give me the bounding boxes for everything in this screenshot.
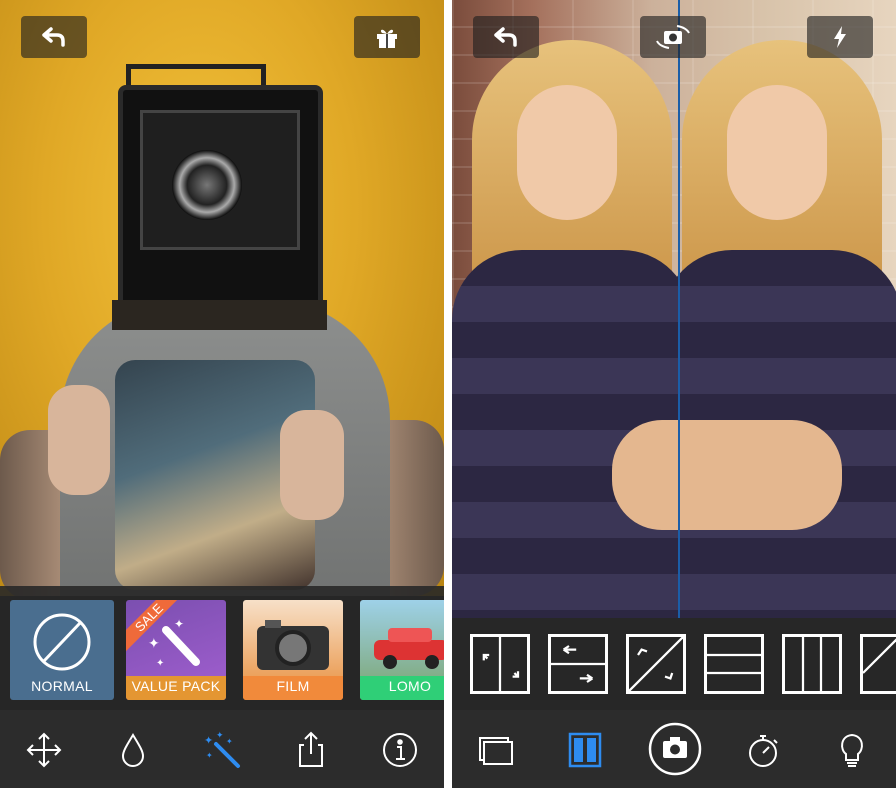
timer-icon <box>749 735 778 767</box>
svg-text:✦: ✦ <box>156 658 164 669</box>
photo-arms <box>612 420 842 530</box>
flash-button[interactable] <box>807 16 873 58</box>
split-mode-button[interactable] <box>563 728 607 772</box>
gift-button[interactable] <box>354 16 420 58</box>
filter-normal[interactable]: NORMAL <box>10 600 114 700</box>
undo-button[interactable] <box>473 16 539 58</box>
layout-three-horizontal[interactable] <box>704 634 764 694</box>
split-layout-icon <box>568 732 602 768</box>
photo-preview[interactable] <box>0 0 444 596</box>
share-button[interactable] <box>289 728 333 772</box>
photo-thumb-left <box>48 385 110 495</box>
photo-camera-lens <box>172 150 242 220</box>
filter-label: FILM <box>276 678 310 694</box>
filter-strip: NORMAL ✦ ✦ ✦ SALE VALUE PACK FILM LOMO <box>0 586 444 710</box>
share-icon <box>299 731 323 767</box>
split-camera-preview[interactable] <box>452 0 896 618</box>
layout-diagonal[interactable] <box>626 634 686 694</box>
gallery-button[interactable] <box>474 728 518 772</box>
filter-label: LOMO <box>388 678 432 694</box>
split-divider-handle[interactable] <box>678 0 680 618</box>
photo-subject-right <box>652 40 896 618</box>
svg-text:✦: ✦ <box>206 751 213 760</box>
undo-button[interactable] <box>21 16 87 58</box>
svg-text:✦: ✦ <box>226 737 233 746</box>
move-icon <box>26 732 62 768</box>
split-three-columns-icon <box>801 637 823 691</box>
split-three-rows-icon <box>707 653 761 675</box>
photo-thumb-right <box>280 410 344 520</box>
filter-label: VALUE PACK <box>131 678 221 694</box>
face <box>517 85 617 220</box>
layout-two-vertical[interactable] <box>470 634 530 694</box>
face <box>727 85 827 220</box>
magic-tool-button[interactable]: ✦ ✦ ✦ ✦ <box>200 728 244 772</box>
svg-text:✦: ✦ <box>174 617 184 631</box>
info-icon <box>383 733 417 767</box>
split-horizontal-icon <box>551 645 605 683</box>
layout-two-horizontal[interactable] <box>548 634 608 694</box>
split-vertical-icon <box>482 637 520 691</box>
tips-button[interactable] <box>830 728 874 772</box>
flash-icon <box>834 26 846 48</box>
svg-text:✦: ✦ <box>216 731 224 741</box>
undo-icon <box>42 27 65 47</box>
filter-film[interactable]: FILM <box>243 600 343 700</box>
editor-toolbar: ✦ ✦ ✦ ✦ <box>0 710 444 788</box>
info-button[interactable] <box>378 728 422 772</box>
filter-value-pack[interactable]: ✦ ✦ ✦ SALE VALUE PACK <box>126 600 226 700</box>
drop-icon <box>121 733 145 767</box>
camera-toolbar <box>452 710 896 788</box>
svg-text:✦: ✦ <box>148 636 160 652</box>
gift-icon <box>377 29 397 48</box>
timer-button[interactable] <box>741 728 785 772</box>
adjust-tool-button[interactable] <box>111 728 155 772</box>
photo-camera-base <box>112 300 327 330</box>
magic-wand-icon: ✦ ✦ ✦ ✦ <box>204 731 240 768</box>
tips-icon <box>841 733 863 767</box>
move-tool-button[interactable] <box>22 728 66 772</box>
split-diagonal-icon <box>629 637 683 691</box>
right-screen <box>452 0 896 788</box>
switch-camera-icon <box>656 25 690 49</box>
split-diagonal-alt-icon <box>863 638 896 674</box>
layout-three-vertical[interactable] <box>782 634 842 694</box>
svg-text:✦: ✦ <box>204 734 213 747</box>
layout-strip <box>452 618 896 710</box>
layout-diagonal-alt[interactable] <box>860 634 896 694</box>
gallery-icon <box>479 737 513 765</box>
shutter-button[interactable] <box>648 722 702 776</box>
camera-shutter-icon <box>648 722 702 776</box>
undo-icon <box>494 27 517 47</box>
filter-label: NORMAL <box>31 678 93 694</box>
left-screen: NORMAL ✦ ✦ ✦ SALE VALUE PACK FILM LOMO ✦… <box>0 0 444 788</box>
switch-camera-button[interactable] <box>640 16 706 58</box>
filter-lomo[interactable]: LOMO <box>360 600 444 700</box>
